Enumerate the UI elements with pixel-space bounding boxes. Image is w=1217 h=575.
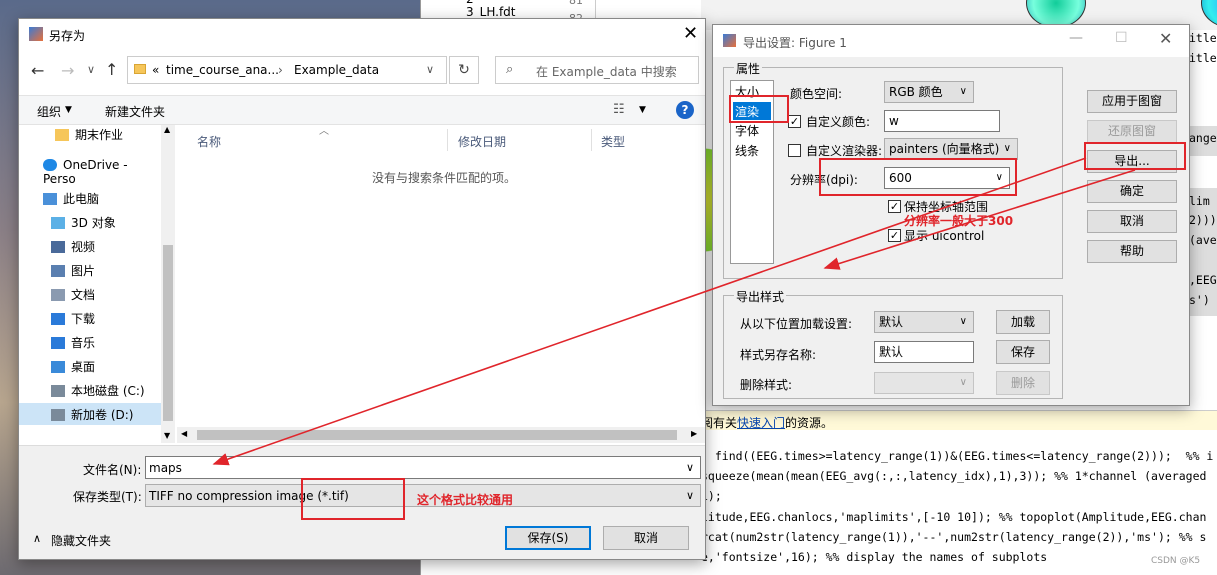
arrow-export-to-style <box>823 169 1136 270</box>
arrow-export-to-filename <box>212 157 1087 466</box>
annotation-arrows <box>212 157 1136 466</box>
